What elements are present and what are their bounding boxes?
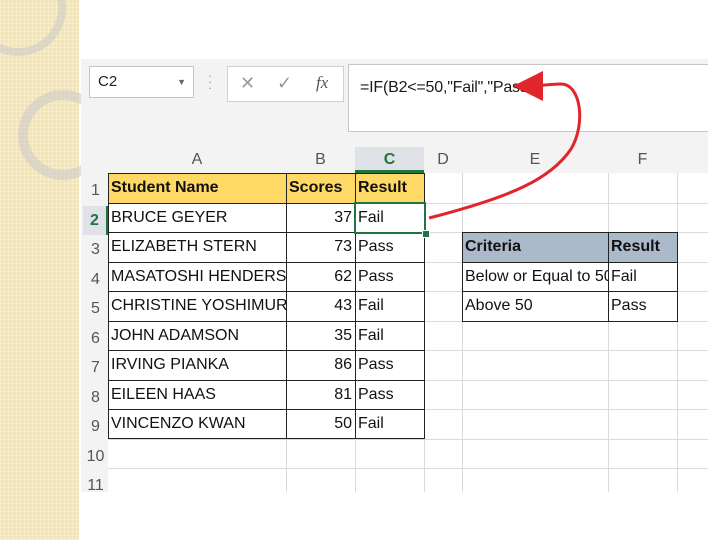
column-header-a[interactable]: A [108, 147, 286, 173]
drag-handle-icon[interactable]: · · · [208, 69, 212, 94]
header-scores[interactable]: Scores [286, 173, 355, 202]
row-header-2[interactable]: 2 [83, 205, 108, 235]
cell-name[interactable]: MASATOSHI HENDERSON [108, 262, 286, 291]
cell-score[interactable]: 43 [286, 291, 355, 320]
criteria-cell[interactable]: Above 50 [462, 291, 608, 320]
column-header-f[interactable]: F [608, 147, 677, 173]
column-header-e[interactable]: E [462, 147, 608, 173]
row-header-8[interactable]: 8 [83, 382, 108, 412]
formula-input[interactable]: =IF(B2<=50,"Fail","Pass") [348, 64, 708, 132]
row-header-6[interactable]: 6 [83, 323, 108, 353]
row-header-5[interactable]: 5 [83, 294, 108, 324]
row-header-9[interactable]: 9 [83, 412, 108, 442]
column-header-d[interactable]: D [424, 147, 462, 173]
decorative-ring [0, 0, 66, 56]
cell-result[interactable]: Pass [355, 232, 424, 261]
criteria-result-cell[interactable]: Pass [608, 291, 677, 320]
row-header-10[interactable]: 10 [83, 441, 108, 471]
header-student-name[interactable]: Student Name [108, 173, 286, 202]
cell-name[interactable]: ELIZABETH STERN [108, 232, 286, 261]
fill-handle[interactable] [422, 229, 430, 238]
criteria-header[interactable]: Criteria [462, 232, 608, 261]
criteria-result-header[interactable]: Result [608, 232, 677, 261]
cell-result[interactable]: Fail [355, 291, 424, 320]
row-header-1[interactable]: 1 [83, 176, 108, 206]
cell-score[interactable]: 50 [286, 409, 355, 438]
cell-score[interactable]: 37 [286, 203, 355, 232]
name-box-value: C2 [98, 73, 118, 90]
cell-score[interactable]: 62 [286, 262, 355, 291]
name-box[interactable]: C2 ▼ [89, 66, 194, 98]
insert-function-icon[interactable]: fx [316, 73, 328, 93]
criteria-cell[interactable]: Below or Equal to 50 [462, 262, 608, 291]
enter-icon[interactable]: ✓ [277, 73, 292, 94]
cell-name[interactable]: BRUCE GEYER [108, 203, 286, 232]
cell-name[interactable]: CHRISTINE YOSHIMURA [108, 291, 286, 320]
formula-text: =IF(B2<=50,"Fail","Pass") [360, 79, 539, 96]
criteria-result-cell[interactable]: Fail [608, 262, 677, 291]
row-header-3[interactable]: 3 [83, 235, 108, 265]
cell-score[interactable]: 86 [286, 350, 355, 379]
cell-name[interactable]: EILEEN HAAS [108, 380, 286, 409]
row-header-7[interactable]: 7 [83, 353, 108, 383]
column-header-c[interactable]: C [355, 147, 424, 173]
cell-name[interactable]: VINCENZO KWAN [108, 409, 286, 438]
cancel-icon[interactable]: ✕ [240, 73, 255, 94]
cell-score[interactable]: 35 [286, 321, 355, 350]
formula-buttons: ✕ ✓ fx [227, 66, 344, 102]
row-header-4[interactable]: 4 [83, 264, 108, 294]
cell-result[interactable]: Fail [355, 321, 424, 350]
cell-result[interactable]: Pass [355, 350, 424, 379]
header-result[interactable]: Result [355, 173, 424, 202]
cell-result[interactable]: Pass [355, 262, 424, 291]
cell-area[interactable]: Student Name Scores Result BRUCE GEYER 3… [108, 173, 708, 492]
cell-result[interactable]: Pass [355, 380, 424, 409]
cell-score[interactable]: 73 [286, 232, 355, 261]
column-header-b[interactable]: B [286, 147, 355, 173]
corner-select-all[interactable] [83, 147, 108, 173]
chevron-down-icon[interactable]: ▼ [177, 67, 186, 97]
cell-name[interactable]: JOHN ADAMSON [108, 321, 286, 350]
cell-name[interactable]: IRVING PIANKA [108, 350, 286, 379]
cell-result[interactable]: Fail [355, 409, 424, 438]
row-header-11[interactable]: 11 [83, 471, 108, 492]
slide-decoration-band [0, 0, 108, 540]
active-cell-c2[interactable] [354, 201, 426, 234]
cell-score[interactable]: 81 [286, 380, 355, 409]
excel-screenshot: C2 ▼ · · · ✕ ✓ fx =IF(B2<=50,"Fail","Pass"… [81, 59, 708, 492]
